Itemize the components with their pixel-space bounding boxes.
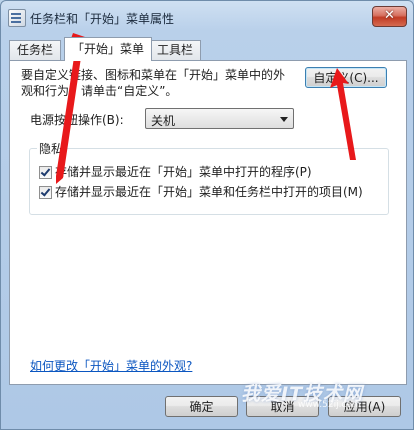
- checkbox-checked-icon[interactable]: [39, 166, 52, 179]
- apply-button[interactable]: 应用(A): [328, 396, 401, 417]
- privacy-checkbox-items[interactable]: 存储并显示最近在「开始」菜单和任务栏中打开的项目(M): [39, 183, 363, 199]
- cancel-button[interactable]: 取消: [246, 396, 319, 417]
- power-button-value: 关机: [151, 114, 176, 128]
- tab-taskbar[interactable]: 任务栏: [9, 40, 62, 60]
- ok-button[interactable]: 确定: [165, 396, 238, 417]
- taskbar-properties-icon: [8, 9, 26, 27]
- tab-strip: 任务栏 「开始」菜单 工具栏: [9, 37, 405, 61]
- privacy-checkbox-label: 存储并显示最近在「开始」菜单中打开的程序(P): [55, 165, 312, 179]
- privacy-checkbox-programs[interactable]: 存储并显示最近在「开始」菜单中打开的程序(P): [39, 163, 312, 179]
- privacy-group: [29, 148, 389, 215]
- start-menu-description: 要自定义链接、图标和菜单在「开始」菜单中的外观和行为，请单击“自定义”。: [21, 68, 286, 98]
- title-bar[interactable]: 任务栏和「开始」菜单属性 ✕: [1, 1, 413, 35]
- window-title: 任务栏和「开始」菜单属性: [30, 12, 175, 26]
- power-button-label: 电源按钮操作(B):: [30, 113, 124, 127]
- customize-button[interactable]: 自定义(C)...: [305, 67, 387, 88]
- tab-toolbars[interactable]: 工具栏: [149, 40, 202, 60]
- checkbox-checked-icon[interactable]: [39, 186, 52, 199]
- close-button[interactable]: ✕: [372, 6, 407, 27]
- start-menu-help-link[interactable]: 如何更改「开始」菜单的外观?: [30, 357, 192, 374]
- chevron-down-icon: [280, 117, 288, 122]
- power-button-select[interactable]: 关机: [145, 108, 294, 129]
- dialog-window: 任务栏和「开始」菜单属性 ✕ 任务栏 「开始」菜单 工具栏 要自定义链接、图标和…: [0, 0, 414, 430]
- tab-start-menu[interactable]: 「开始」菜单: [64, 37, 153, 61]
- privacy-checkbox-label: 存储并显示最近在「开始」菜单和任务栏中打开的项目(M): [55, 185, 363, 199]
- privacy-group-title: 隐私: [37, 140, 66, 157]
